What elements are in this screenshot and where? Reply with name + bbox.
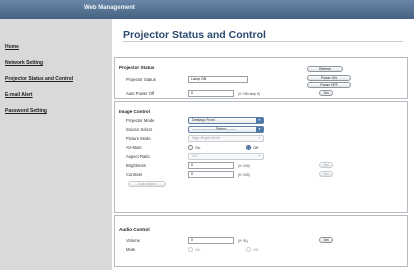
mute-on-label: On [195,247,201,252]
refresh-button[interactable]: Refresh [307,66,343,72]
contrast-hint: (0~100) [238,173,250,177]
projector-status-field: Lamp ON [188,76,248,83]
power-off-button[interactable]: Power OFF [307,82,351,88]
av-mute-on-radio[interactable] [188,145,193,150]
contrast-set-button[interactable]: Set [319,171,333,177]
chevron-down-icon: ▾ [256,118,263,123]
contrast-input[interactable]: 0 [188,171,234,178]
picture-mode-select[interactable]: High-Bright Mode ▾ [188,135,264,142]
av-mute-label: AV-Mute [126,145,142,150]
auto-power-off-label: Auto Power Off [126,91,155,96]
brightness-label: Brightness [126,163,146,168]
picture-mode-value: High-Bright Mode [192,136,220,140]
sidebar-item-password-setting[interactable]: Password Setting [5,108,47,114]
chevron-down-icon: ▾ [258,154,261,158]
volume-label: Volume [126,238,140,243]
chevron-down-icon: ▾ [258,136,261,140]
aspect-ratio-value: 4:3 [192,154,197,158]
source-select-value: --------------------Select-------- [192,127,236,131]
sidebar-item-projector-status[interactable]: Projector Status and Control [5,76,73,82]
image-control-panel: Image Control Projector Mode Desktop Fro… [114,101,408,213]
volume-set-button[interactable]: Set [319,237,333,243]
brightness-set-button[interactable]: Set [319,162,333,168]
aspect-ratio-select[interactable]: 4:3 ▾ [188,153,264,160]
volume-hint: (0~31) [238,239,248,243]
auto-power-off-hint: (0~180 step 5) [238,92,260,96]
mute-off-radio[interactable] [246,247,251,252]
source-select-label: Source Select [126,127,153,132]
sidebar-item-network-setting[interactable]: Network Setting [5,60,43,66]
sidebar-item-home[interactable]: Home [5,44,19,50]
contrast-label: Contrast [126,172,142,177]
power-on-button[interactable]: Power ON [307,75,351,81]
header-banner: Web Management [0,0,414,19]
projector-status-label: Projector Status [126,77,156,82]
auto-power-off-set-button[interactable]: Set [319,90,333,96]
mute-off-label: Off [253,247,259,252]
mute-on-radio[interactable] [188,247,193,252]
picture-mode-label: Picture Mode [126,136,151,141]
audio-control-heading: Audio Control [119,227,150,232]
projector-mode-value: Desktop Front [192,118,215,122]
projector-status-heading: Projector Status [119,65,155,70]
sidebar: Home Network Setting Projector Status an… [0,19,112,270]
title-divider [123,41,403,42]
mute-label: Mute [126,247,136,252]
projector-status-panel: Projector Status Refresh Projector Statu… [114,57,408,99]
projector-mode-select[interactable]: Desktop Front ▾ [188,117,264,124]
image-control-heading: Image Control [119,109,150,114]
projector-mode-label: Projector Mode [126,118,155,123]
auto-adjust-button[interactable]: Auto Adjust [128,181,166,187]
auto-power-off-input[interactable]: 0 [188,90,234,97]
brightness-input[interactable]: 0 [188,162,234,169]
aspect-ratio-label: Aspect Ratio [126,154,150,159]
volume-input[interactable]: 0 [188,237,234,244]
chevron-down-icon: ▾ [256,127,263,132]
audio-control-panel: Audio Control Volume 0 (0~31) Set Mute O… [114,215,408,267]
source-select[interactable]: --------------------Select-------- ▾ [188,126,264,133]
main-content: Projector Status and Control Projector S… [112,19,414,270]
app-title: Web Management [84,5,135,11]
sidebar-item-email-alert[interactable]: E-mail Alert [5,92,33,98]
av-mute-on-label: On [195,145,201,150]
page-title: Projector Status and Control [123,29,266,41]
av-mute-off-label: Off [253,145,259,150]
brightness-hint: (0~100) [238,164,250,168]
av-mute-off-radio[interactable] [246,145,251,150]
